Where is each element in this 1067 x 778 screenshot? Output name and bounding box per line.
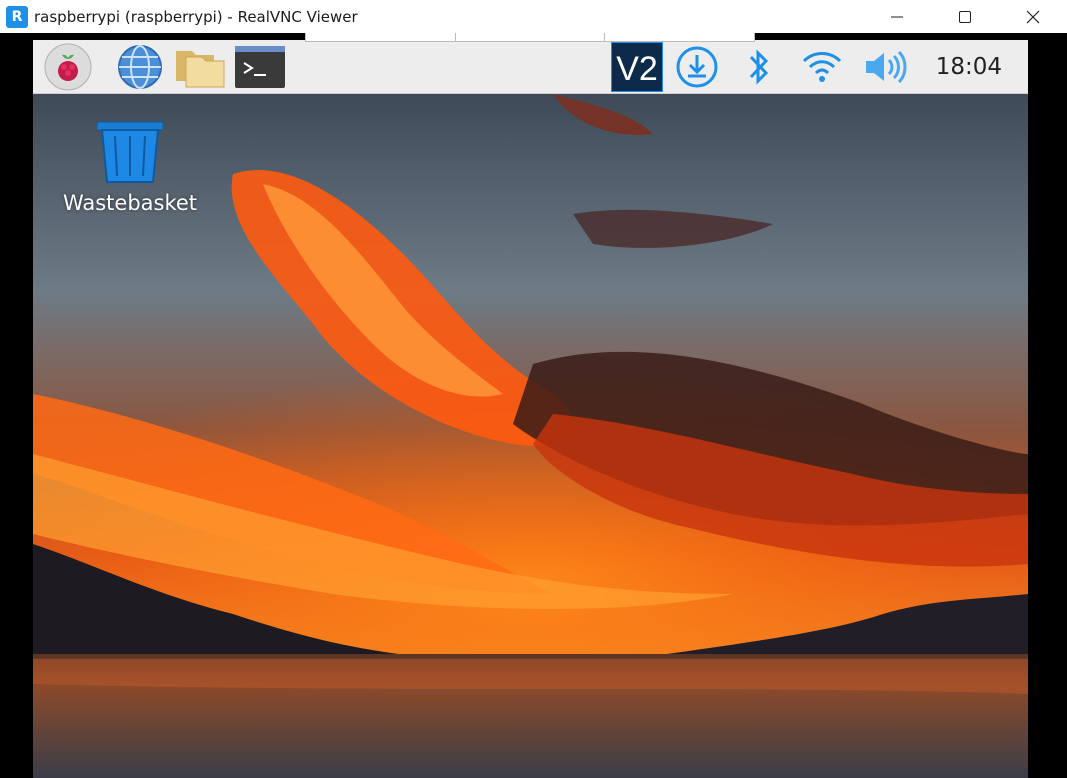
svg-text:V2: V2 (616, 50, 658, 88)
remote-desktop[interactable]: V2 18:04 Wastebasket (33, 40, 1028, 778)
wifi-icon (802, 52, 842, 82)
viewer-margin (1028, 40, 1067, 778)
updates-download-button[interactable] (671, 43, 723, 91)
web-browser-icon (118, 45, 162, 89)
minimize-icon (891, 16, 903, 17)
wifi-button[interactable] (796, 43, 848, 91)
updates-download-icon (676, 46, 718, 88)
file-manager-icon (176, 51, 225, 88)
realvnc-icon: R (6, 5, 28, 28)
close-button[interactable] (999, 0, 1067, 33)
desktop-icon-wastebasket[interactable]: Wastebasket (57, 118, 203, 215)
clock[interactable]: 18:04 (936, 40, 1002, 94)
terminal-button[interactable] (234, 43, 286, 91)
terminal-icon (235, 46, 285, 88)
vnc-server-icon: V2 (611, 42, 663, 92)
file-manager-button[interactable] (174, 43, 226, 91)
vnc-toolbar-handle[interactable] (305, 33, 755, 42)
volume-icon (866, 50, 907, 84)
taskbar: V2 18:04 (33, 40, 1028, 94)
close-icon (1026, 10, 1040, 23)
window-title: raspberrypi (raspberrypi) - RealVNC View… (34, 7, 358, 26)
bluetooth-button[interactable] (733, 43, 785, 91)
vnc-server-tray[interactable]: V2 (611, 42, 663, 92)
maximize-icon (959, 10, 971, 23)
minimize-button[interactable] (863, 0, 931, 33)
raspberry-menu-button[interactable] (42, 43, 94, 91)
desktop-icon-label: Wastebasket (62, 191, 198, 215)
wastebasket-icon (96, 121, 164, 183)
raspberry-menu-icon (44, 43, 92, 91)
window-titlebar[interactable]: R raspberrypi (raspberrypi) - RealVNC Vi… (0, 0, 1067, 33)
web-browser-button[interactable] (114, 43, 166, 91)
volume-button[interactable] (859, 43, 911, 91)
bluetooth-icon (749, 49, 769, 85)
maximize-button[interactable] (931, 0, 999, 33)
